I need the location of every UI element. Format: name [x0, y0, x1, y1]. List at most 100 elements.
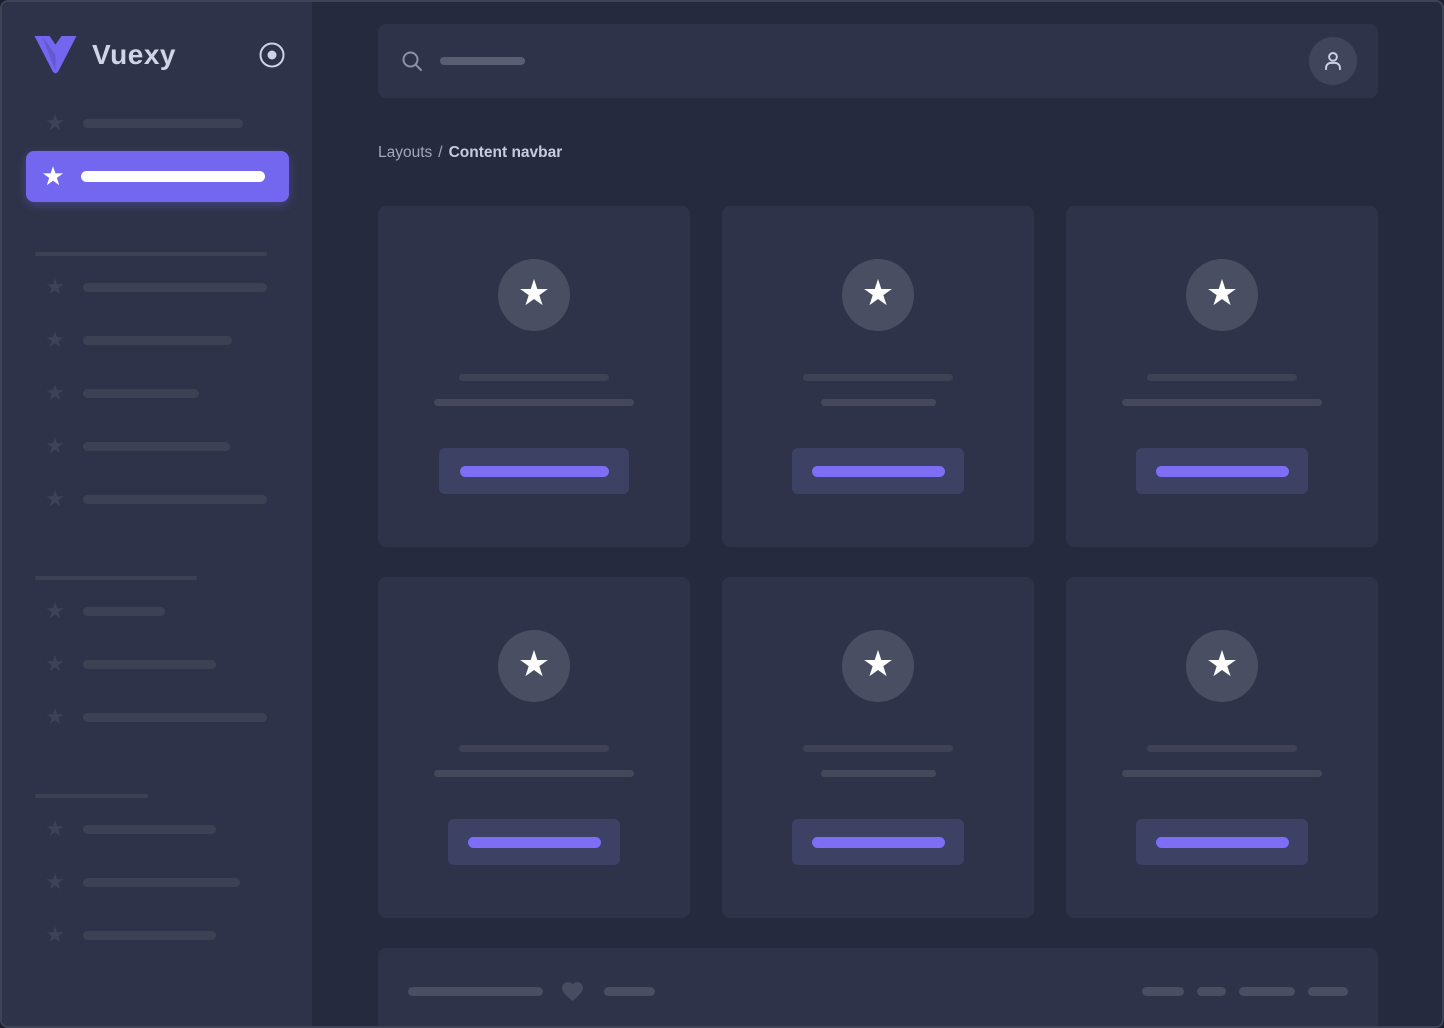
- breadcrumb-separator: /: [438, 144, 442, 161]
- breadcrumb: Layouts / Content navbar: [378, 142, 1378, 164]
- app-window: Vuexy ★ ★ ★ ★ ★ ★ ★ ★ ★ ★ ★ ★ ★: [0, 0, 1444, 1028]
- star-icon: ★: [1206, 647, 1238, 683]
- footer-text-placeholder: [604, 987, 655, 996]
- button-label-placeholder: [468, 837, 601, 848]
- button-label-placeholder: [812, 837, 945, 848]
- card: ★: [378, 577, 690, 918]
- card-avatar: ★: [498, 630, 570, 702]
- sidebar-item[interactable]: ★: [2, 856, 312, 909]
- menu-label-placeholder: [83, 389, 199, 398]
- card-avatar: ★: [842, 630, 914, 702]
- card-subtitle-placeholder: [434, 770, 634, 777]
- card-avatar: ★: [1186, 259, 1258, 331]
- card-subtitle-placeholder: [821, 770, 936, 777]
- breadcrumb-section[interactable]: Layouts: [378, 144, 432, 161]
- star-icon: ★: [42, 819, 68, 841]
- sidebar-nav: ★ ★ ★ ★ ★ ★ ★ ★ ★ ★ ★ ★ ★: [2, 97, 312, 962]
- card-subtitle-placeholder: [821, 399, 936, 406]
- person-icon: [1320, 48, 1346, 74]
- page-title: Content navbar: [449, 144, 563, 161]
- star-icon: ★: [40, 164, 66, 190]
- card: ★: [1066, 577, 1378, 918]
- card-title-placeholder: [803, 745, 953, 752]
- search-placeholder-bar: [440, 57, 525, 65]
- sidebar-item-active[interactable]: ★: [26, 151, 289, 202]
- card-action-button[interactable]: [1136, 819, 1308, 865]
- card: ★: [1066, 206, 1378, 547]
- star-icon: ★: [42, 383, 68, 405]
- footer-link-placeholder[interactable]: [1308, 987, 1348, 996]
- menu-label-placeholder: [83, 119, 243, 128]
- sidebar-item[interactable]: ★: [2, 638, 312, 691]
- card-title-placeholder: [459, 745, 609, 752]
- sidebar-header: Vuexy: [2, 2, 312, 80]
- search-input[interactable]: [400, 24, 1309, 98]
- menu-label-placeholder: [83, 713, 267, 722]
- card: ★: [378, 206, 690, 547]
- star-icon: ★: [42, 277, 68, 299]
- card-action-button[interactable]: [448, 819, 620, 865]
- menu-label-placeholder: [83, 931, 216, 940]
- menu-section-divider: [35, 576, 197, 580]
- card-avatar: ★: [842, 259, 914, 331]
- star-icon: ★: [42, 601, 68, 623]
- sidebar-item[interactable]: ★: [2, 803, 312, 856]
- star-icon: ★: [42, 925, 68, 947]
- menu-label-placeholder: [83, 336, 232, 345]
- star-icon: ★: [518, 276, 550, 312]
- card-subtitle-placeholder: [1122, 770, 1322, 777]
- star-icon: ★: [42, 330, 68, 352]
- sidebar-item[interactable]: ★: [2, 367, 312, 420]
- menu-section-divider: [35, 252, 267, 256]
- heart-icon: [559, 979, 586, 1004]
- menu-label-placeholder: [81, 171, 265, 182]
- card-title-placeholder: [1147, 745, 1297, 752]
- user-avatar[interactable]: [1309, 37, 1357, 85]
- card-avatar: ★: [1186, 630, 1258, 702]
- card-avatar: ★: [498, 259, 570, 331]
- star-icon: ★: [42, 707, 68, 729]
- sidebar-item[interactable]: ★: [2, 909, 312, 962]
- card-action-button[interactable]: [439, 448, 629, 494]
- star-icon: ★: [42, 872, 68, 894]
- star-icon: ★: [1206, 276, 1238, 312]
- button-label-placeholder: [1156, 466, 1289, 477]
- sidebar-item[interactable]: ★: [2, 97, 312, 150]
- menu-label-placeholder: [83, 878, 240, 887]
- sidebar: Vuexy ★ ★ ★ ★ ★ ★ ★ ★ ★ ★ ★ ★ ★: [2, 2, 312, 1026]
- sidebar-item[interactable]: ★: [2, 420, 312, 473]
- card-subtitle-placeholder: [1122, 399, 1322, 406]
- star-icon: ★: [42, 489, 68, 511]
- card-action-button[interactable]: [792, 448, 964, 494]
- topbar: [378, 24, 1378, 98]
- main-content: Layouts / Content navbar ★ ★ ★ ★ ★ ★: [312, 2, 1442, 1026]
- menu-label-placeholder: [83, 442, 230, 451]
- star-icon: ★: [862, 647, 894, 683]
- radio-circle-icon[interactable]: [258, 41, 286, 69]
- star-icon: ★: [518, 647, 550, 683]
- vuexy-logo-icon[interactable]: [32, 34, 79, 76]
- menu-label-placeholder: [83, 825, 216, 834]
- sidebar-item[interactable]: ★: [2, 585, 312, 638]
- star-icon: ★: [42, 654, 68, 676]
- sidebar-item[interactable]: ★: [2, 473, 312, 526]
- footer-link-placeholder[interactable]: [1197, 987, 1226, 996]
- star-icon: ★: [862, 276, 894, 312]
- footer-card: [378, 948, 1378, 1026]
- button-label-placeholder: [812, 466, 945, 477]
- card-grid: ★ ★ ★ ★ ★ ★: [378, 206, 1378, 918]
- footer-link-placeholder[interactable]: [1142, 987, 1184, 996]
- card-action-button[interactable]: [792, 819, 964, 865]
- footer-link-placeholder[interactable]: [1239, 987, 1295, 996]
- card-subtitle-placeholder: [434, 399, 634, 406]
- sidebar-item[interactable]: ★: [2, 314, 312, 367]
- menu-label-placeholder: [83, 495, 267, 504]
- menu-label-placeholder: [83, 607, 165, 616]
- card-title-placeholder: [459, 374, 609, 381]
- card-title-placeholder: [1147, 374, 1297, 381]
- card-action-button[interactable]: [1136, 448, 1308, 494]
- button-label-placeholder: [460, 466, 609, 477]
- sidebar-item[interactable]: ★: [2, 691, 312, 744]
- sidebar-item[interactable]: ★: [2, 261, 312, 314]
- footer-text-placeholder: [408, 987, 543, 996]
